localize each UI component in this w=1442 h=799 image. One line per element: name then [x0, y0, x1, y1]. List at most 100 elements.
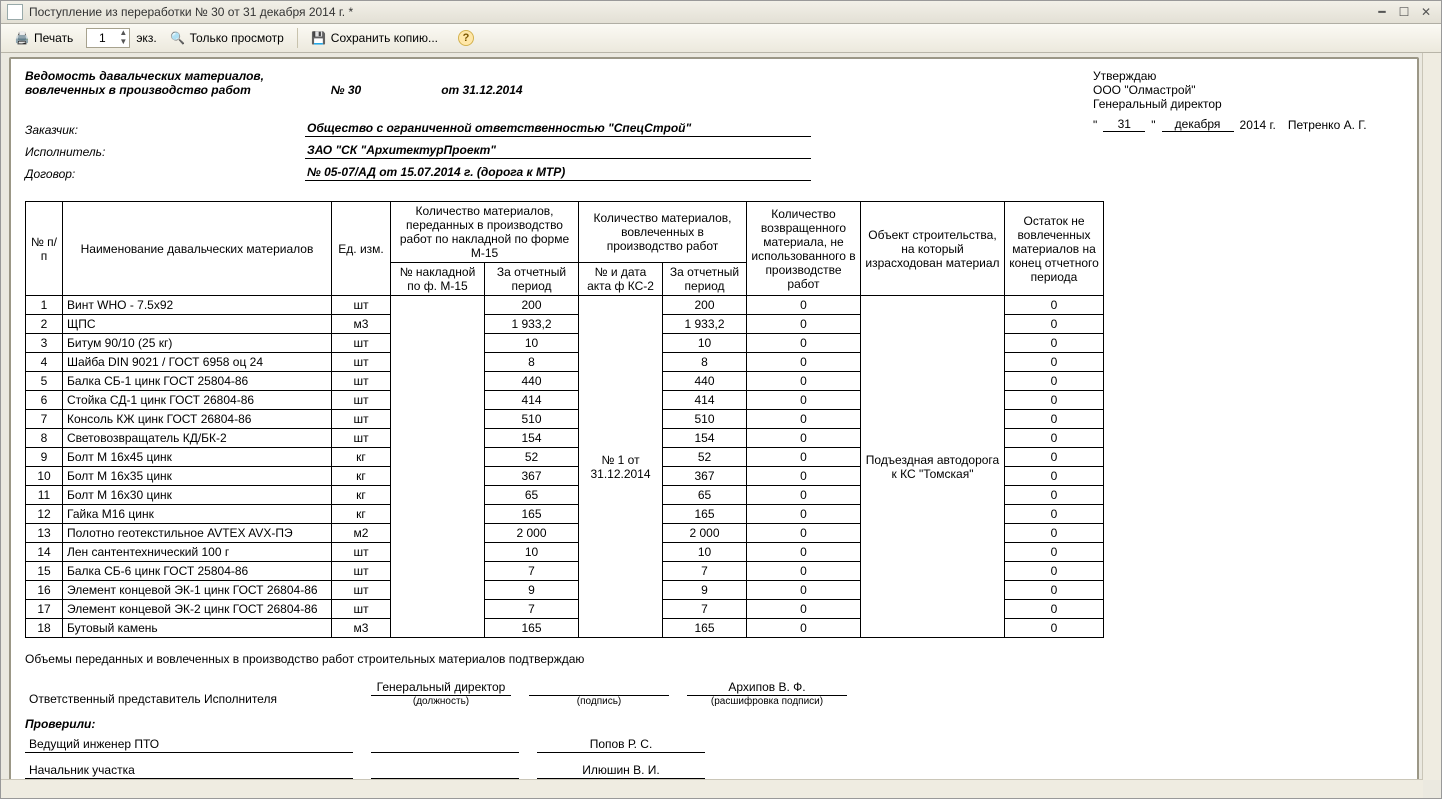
doc-title-1: Ведомость давальческих материалов, — [25, 69, 1093, 83]
print-button[interactable]: 🖨️ Печать — [7, 27, 80, 49]
save-copy-button[interactable]: 💾 Сохранить копию... — [304, 27, 445, 49]
cell-unit: шт — [332, 353, 391, 372]
save-icon: 💾 — [311, 30, 327, 46]
cell-rem: 0 — [1005, 429, 1104, 448]
cell-ret: 0 — [747, 600, 861, 619]
cell-actnum: № 1 от 31.12.2014 — [579, 296, 663, 638]
cell-p2: 1 933,2 — [663, 315, 747, 334]
cell-p1: 510 — [485, 410, 579, 429]
cell-num: 16 — [26, 581, 63, 600]
th-object: Объект строительства, на который израсхо… — [861, 202, 1005, 296]
cell-num: 3 — [26, 334, 63, 353]
cell-unit: кг — [332, 467, 391, 486]
cell-name: Болт М 16x30 цинк — [63, 486, 332, 505]
th-name: Наименование давальческих материалов — [63, 202, 332, 296]
approve-month: декабря — [1162, 117, 1234, 132]
cell-unit: шт — [332, 581, 391, 600]
doc-title-2: вовлеченных в производство работ — [25, 83, 251, 97]
cell-unit: шт — [332, 600, 391, 619]
scrollbar-vertical[interactable] — [1422, 53, 1441, 780]
cell-num: 10 — [26, 467, 63, 486]
cell-unit: шт — [332, 543, 391, 562]
cell-rem: 0 — [1005, 600, 1104, 619]
cell-num: 17 — [26, 600, 63, 619]
cell-rem: 0 — [1005, 448, 1104, 467]
print-label: Печать — [34, 31, 73, 45]
cell-name: Полотно геотекстильное AVTEX AVX-ПЭ — [63, 524, 332, 543]
cell-p1: 200 — [485, 296, 579, 315]
document-page: Ведомость давальческих материалов, вовле… — [9, 57, 1419, 798]
cell-ret: 0 — [747, 353, 861, 372]
cell-p2: 7 — [663, 600, 747, 619]
cell-rem: 0 — [1005, 334, 1104, 353]
doc-date: от 31.12.2014 — [441, 83, 522, 97]
cell-rem: 0 — [1005, 524, 1104, 543]
help-button[interactable]: ? — [451, 27, 481, 49]
cell-ret: 0 — [747, 505, 861, 524]
minimize-button[interactable]: ━ — [1373, 5, 1391, 19]
cell-name: Гайка М16 цинк — [63, 505, 332, 524]
cell-num: 14 — [26, 543, 63, 562]
cell-p1: 414 — [485, 391, 579, 410]
save-copy-label: Сохранить копию... — [331, 31, 438, 45]
cell-unit: кг — [332, 486, 391, 505]
help-icon: ? — [458, 30, 474, 46]
cell-rem: 0 — [1005, 467, 1104, 486]
cell-name: Консоль КЖ цинк ГОСТ 26804-86 — [63, 410, 332, 429]
cell-p2: 154 — [663, 429, 747, 448]
document-viewport[interactable]: Ведомость давальческих материалов, вовле… — [1, 53, 1441, 798]
cell-ret: 0 — [747, 334, 861, 353]
close-button[interactable]: ✕ — [1417, 5, 1435, 19]
copies-stepper[interactable]: ▲▼ — [86, 28, 130, 48]
th-inv: Количество материалов, вовлеченных в про… — [579, 202, 747, 263]
th-period2: За отчетный период — [663, 263, 747, 296]
table-row: 1Винт WHO - 7.5x92шт200№ 1 от 31.12.2014… — [26, 296, 1104, 315]
chk1-label: Ведущий инженер ПТО — [25, 737, 353, 753]
cell-rem: 0 — [1005, 410, 1104, 429]
copies-input[interactable] — [87, 30, 117, 46]
cell-rem: 0 — [1005, 391, 1104, 410]
position-caption: (должность) — [371, 696, 511, 707]
cell-unit: шт — [332, 429, 391, 448]
preview-button[interactable]: 🔍 Только просмотр — [163, 27, 291, 49]
cell-rem: 0 — [1005, 619, 1104, 638]
cell-name: Балка СБ-1 цинк ГОСТ 25804-86 — [63, 372, 332, 391]
cell-rem: 0 — [1005, 486, 1104, 505]
printer-icon: 🖨️ — [14, 30, 30, 46]
spin-down-icon[interactable]: ▼ — [117, 38, 129, 47]
cell-num: 9 — [26, 448, 63, 467]
cell-unit: шт — [332, 391, 391, 410]
checked-label: Проверили: — [25, 717, 1403, 731]
scrollbar-horizontal[interactable] — [1, 779, 1423, 798]
cell-p1: 7 — [485, 562, 579, 581]
cell-ret: 0 — [747, 524, 861, 543]
cell-p2: 440 — [663, 372, 747, 391]
cell-num: 6 — [26, 391, 63, 410]
cell-unit: шт — [332, 296, 391, 315]
cell-num: 2 — [26, 315, 63, 334]
cell-p2: 367 — [663, 467, 747, 486]
contractor-label: Исполнитель: — [25, 145, 305, 159]
cell-rem: 0 — [1005, 505, 1104, 524]
cell-num: 1 — [26, 296, 63, 315]
cell-name: Болт М 16x45 цинк — [63, 448, 332, 467]
approve-day: 31 — [1103, 117, 1145, 132]
cell-name: Лен сантентехнический 100 г — [63, 543, 332, 562]
cell-p1: 440 — [485, 372, 579, 391]
cell-num: 18 — [26, 619, 63, 638]
cell-ret: 0 — [747, 410, 861, 429]
th-remain: Остаток не вовлеченных материалов на кон… — [1005, 202, 1104, 296]
approve-line-2: ООО "Олмастрой" — [1093, 83, 1403, 97]
footer-block: Объемы переданных и вовлеченных в произв… — [25, 652, 1403, 798]
cell-p2: 414 — [663, 391, 747, 410]
cell-p1: 9 — [485, 581, 579, 600]
toolbar: 🖨️ Печать ▲▼ экз. 🔍 Только просмотр 💾 Со… — [1, 24, 1441, 53]
cell-p1: 10 — [485, 334, 579, 353]
approve-line-1: Утверждаю — [1093, 69, 1403, 83]
cell-p2: 165 — [663, 619, 747, 638]
cell-p1: 7 — [485, 600, 579, 619]
app-window: Поступление из переработки № 30 от 31 де… — [0, 0, 1442, 799]
cell-ret: 0 — [747, 581, 861, 600]
cell-name: Шайба DIN 9021 / ГОСТ 6958 оц 24 — [63, 353, 332, 372]
maximize-button[interactable]: ☐ — [1395, 5, 1413, 19]
